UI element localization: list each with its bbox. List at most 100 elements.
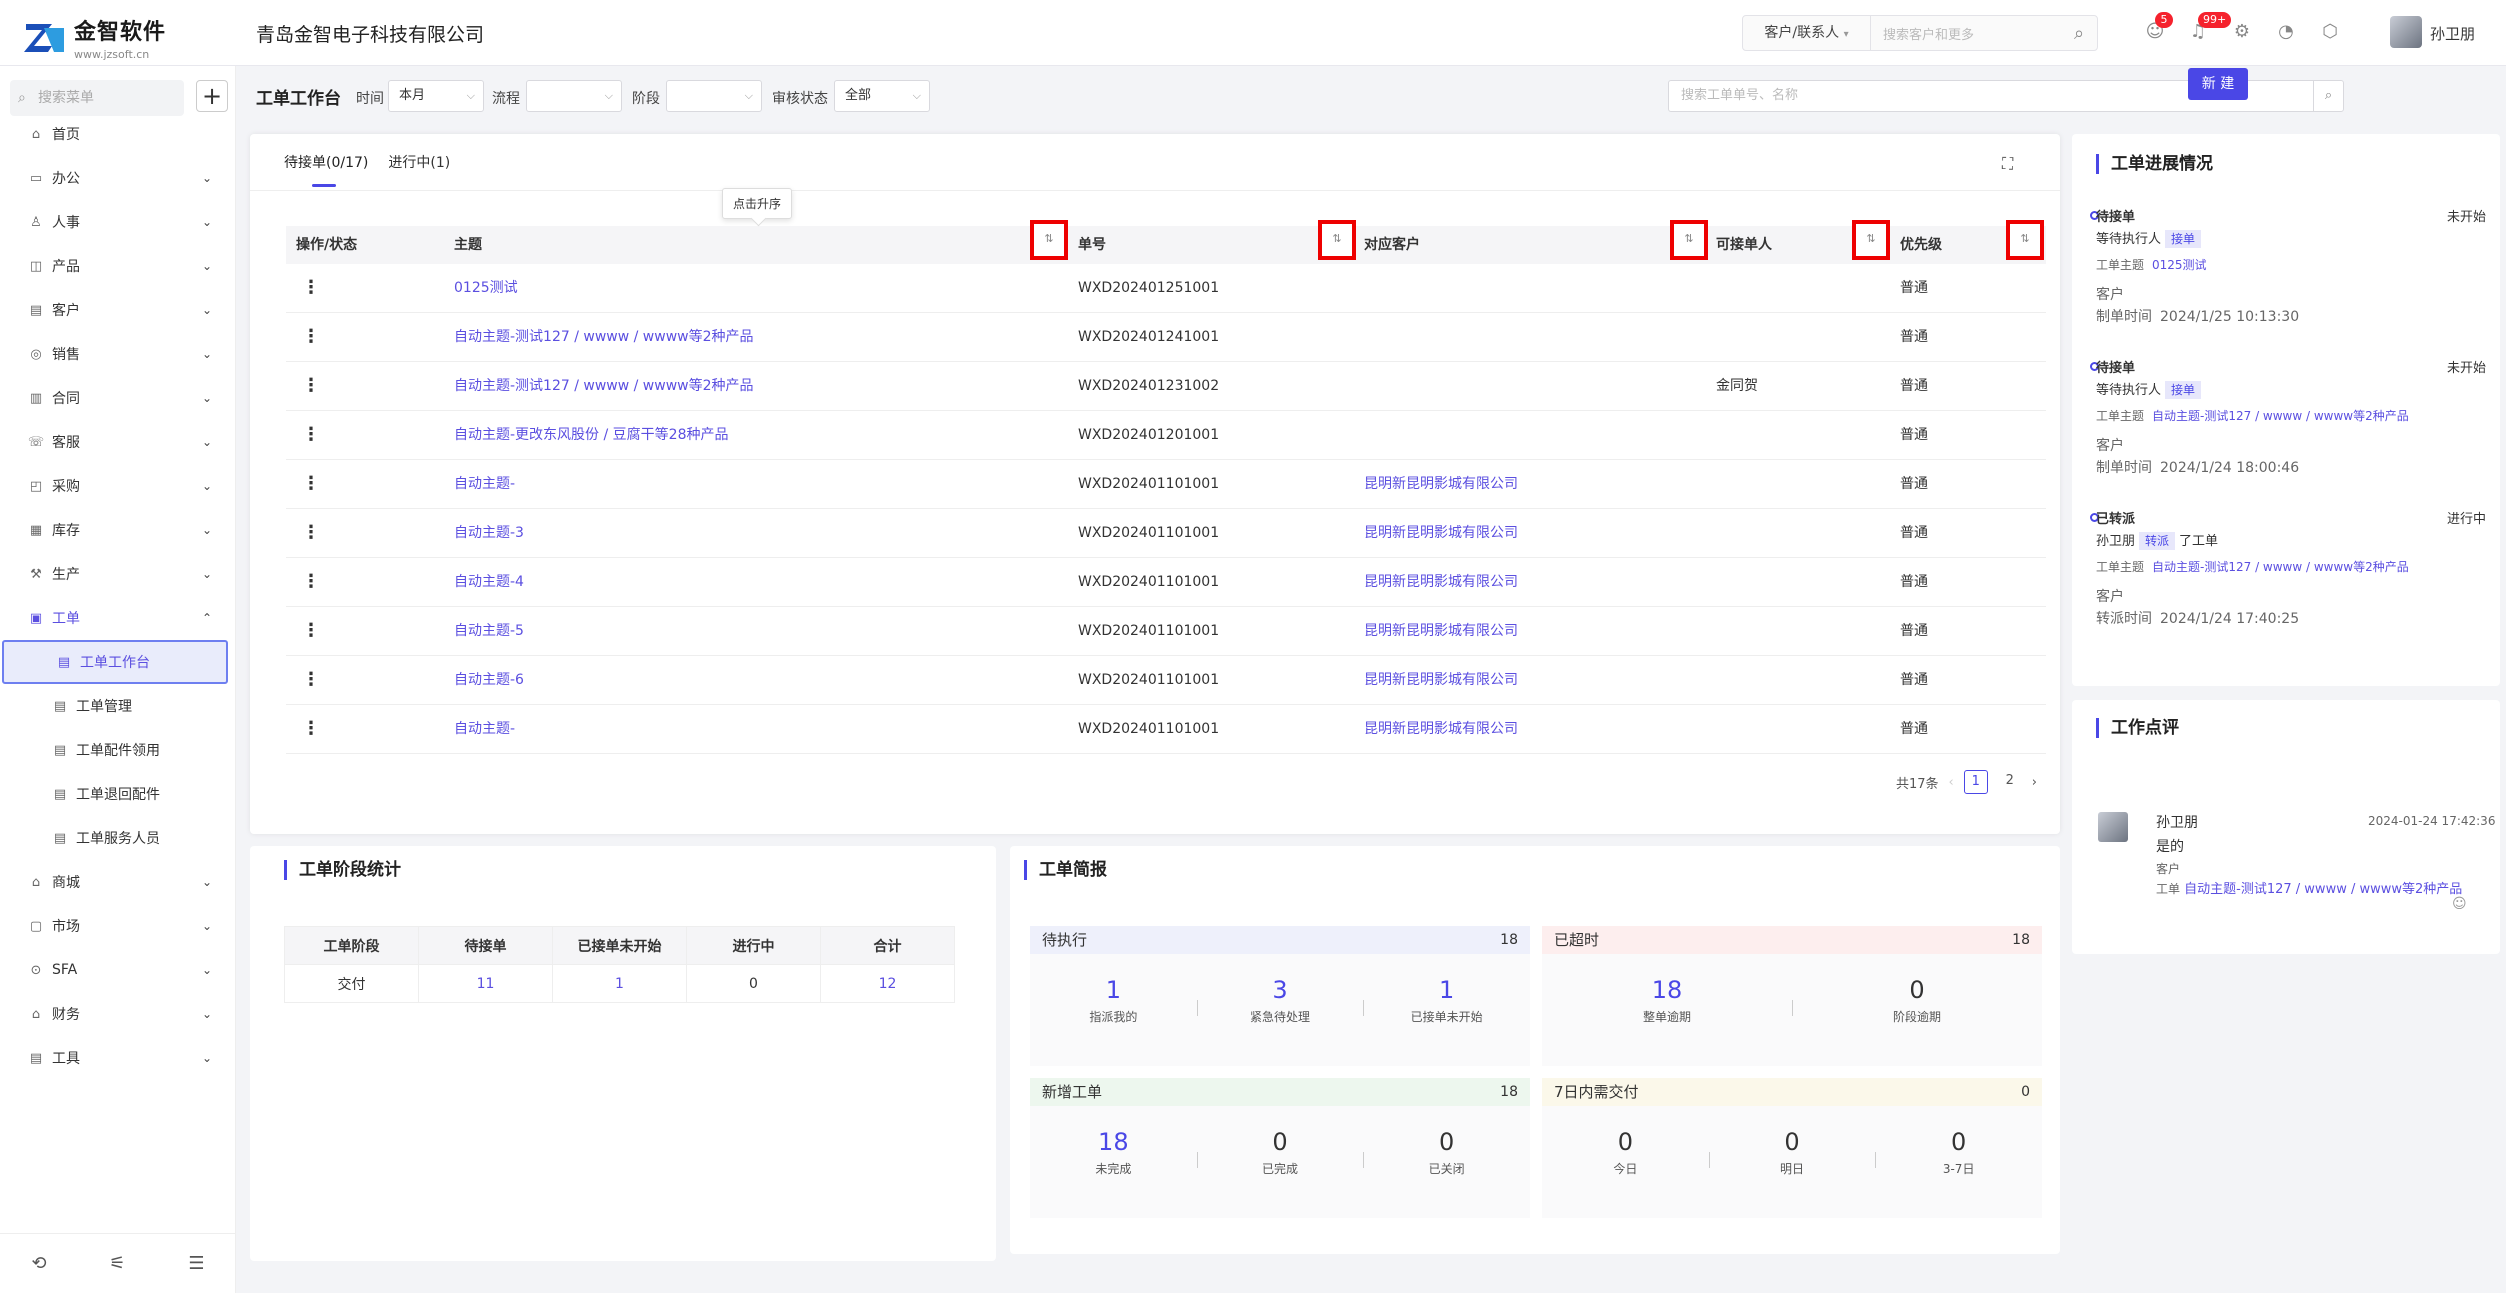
menu-search-input[interactable]: ⌕ 搜索菜单 xyxy=(10,80,184,116)
message-icon[interactable]: ☺ 5 xyxy=(2143,12,2173,44)
brief-stat[interactable]: 0 已完成 xyxy=(1210,1128,1350,1177)
subject-link[interactable]: 自动主题-测试127 / wwww / wwww等2种产品 xyxy=(454,313,754,361)
fullscreen-icon[interactable]: ⛶ xyxy=(2002,154,2013,174)
sidebar-subitem[interactable]: ▤ 工单退回配件 xyxy=(0,772,236,816)
search-icon[interactable]: ⌕ xyxy=(2061,23,2097,44)
subject-link[interactable]: 自动主题- xyxy=(454,460,515,508)
sort-no-icon[interactable]: ⇅ xyxy=(1318,220,1356,260)
more-actions-icon[interactable]: ⋮ xyxy=(302,460,320,508)
search-icon[interactable]: ⌕ xyxy=(2313,81,2343,111)
customer-link[interactable]: 昆明新昆明影城有限公司 xyxy=(1364,705,1518,753)
cube-icon[interactable]: ⬡ xyxy=(2318,20,2342,44)
sidebar-item[interactable]: ⊙ SFA ⌄ xyxy=(0,948,236,992)
sidebar-item[interactable]: ▦ 库存 ⌄ xyxy=(0,508,236,552)
subject-link[interactable]: 自动主题- xyxy=(454,705,515,753)
stage-accepted-count[interactable]: 1 xyxy=(552,964,687,1003)
next-page-icon[interactable]: › xyxy=(2032,775,2037,790)
sidebar-item[interactable]: ▢ 市场 ⌄ xyxy=(0,904,236,948)
logo[interactable]: 金智软件 www.jzsoft.cn xyxy=(22,14,166,61)
history-icon[interactable]: ⟲ xyxy=(31,1253,46,1274)
stage-select[interactable]: ⌵ xyxy=(666,80,762,112)
col-no[interactable]: 单号 xyxy=(1078,226,1106,264)
more-actions-icon[interactable]: ⋮ xyxy=(302,411,320,459)
more-actions-icon[interactable]: ⋮ xyxy=(302,607,320,655)
customer-link[interactable]: 昆明新昆明影城有限公司 xyxy=(1364,460,1518,508)
user-name[interactable]: 孙卫朋 xyxy=(2430,23,2475,44)
search-scope-select[interactable]: 客户/联系人 ▾ xyxy=(1743,16,1871,50)
sidebar-subitem[interactable]: ▤ 工单服务人员 xyxy=(0,816,236,860)
customer-link[interactable]: 昆明新昆明影城有限公司 xyxy=(1364,656,1518,704)
sidebar-item[interactable]: ▤ 客户 ⌄ xyxy=(0,288,236,332)
sidebar-item[interactable]: ▤ 工具 ⌄ xyxy=(0,1036,236,1080)
subject-link[interactable]: 自动主题-更改东风股份 / 豆腐干等28种产品 xyxy=(454,411,728,459)
sidebar-item[interactable]: ◎ 销售 ⌄ xyxy=(0,332,236,376)
pie-chart-icon[interactable]: ◔ xyxy=(2274,20,2298,44)
brief-stat[interactable]: 0 明日 xyxy=(1722,1128,1862,1177)
subject-link[interactable]: 自动主题-4 xyxy=(454,558,524,606)
more-actions-icon[interactable]: ⋮ xyxy=(302,362,320,410)
brief-stat[interactable]: 0 阶段逾期 xyxy=(1847,976,1987,1025)
gear-icon[interactable]: ⚙ xyxy=(2230,20,2254,44)
sidebar-item[interactable]: ⌂ 商城 ⌄ xyxy=(0,860,236,904)
audit-select[interactable]: 全部 ⌵ xyxy=(834,80,930,112)
subject-link[interactable]: 自动主题-测试127 / wwww / wwww等2种产品 xyxy=(454,362,754,410)
new-button[interactable]: 新 建 xyxy=(2188,68,2248,100)
sort-customer-icon[interactable]: ⇅ xyxy=(1670,220,1708,260)
sidebar-item[interactable]: ◰ 采购 ⌄ xyxy=(0,464,236,508)
global-search-input[interactable]: 搜索客户和更多 xyxy=(1871,24,2061,43)
customer-link[interactable]: 昆明新昆明影城有限公司 xyxy=(1364,607,1518,655)
stage-pending-count[interactable]: 11 xyxy=(418,964,553,1003)
brief-stat[interactable]: 0 今日 xyxy=(1555,1128,1695,1177)
brief-stat[interactable]: 1 已接单未开始 xyxy=(1377,976,1517,1025)
sort-priority-icon[interactable]: ⇅ xyxy=(2006,220,2044,260)
company-name[interactable]: 青岛金智电子科技有限公司 xyxy=(256,20,484,47)
col-customer[interactable]: 对应客户 xyxy=(1364,226,1420,264)
sidebar-item[interactable]: ▥ 合同 ⌄ xyxy=(0,376,236,420)
sidebar-item[interactable]: ☏ 客服 ⌄ xyxy=(0,420,236,464)
sidebar-item[interactable]: ▭ 办公 ⌄ xyxy=(0,156,236,200)
brief-stat[interactable]: 18 未完成 xyxy=(1043,1128,1183,1177)
tab-in-progress[interactable]: 进行中(1) xyxy=(388,150,450,190)
flow-select[interactable]: ⌵ xyxy=(526,80,622,112)
brief-stat[interactable]: 18 整单逾期 xyxy=(1597,976,1737,1025)
sidebar-subitem[interactable]: ▤ 工单配件领用 xyxy=(0,728,236,772)
more-actions-icon[interactable]: ⋮ xyxy=(302,264,320,312)
subject-link[interactable]: 0125测试 xyxy=(454,264,518,312)
progress-subject-link[interactable]: 自动主题-测试127 / wwww / wwww等2种产品 xyxy=(2152,560,2409,574)
col-taker[interactable]: 可接单人 xyxy=(1716,226,1772,264)
more-actions-icon[interactable]: ⋮ xyxy=(302,705,320,753)
subject-link[interactable]: 自动主题-3 xyxy=(454,509,524,557)
sidebar-item[interactable]: ◫ 产品 ⌄ xyxy=(0,244,236,288)
sidebar-item[interactable]: ♙ 人事 ⌄ xyxy=(0,200,236,244)
customer-link[interactable]: 昆明新昆明影城有限公司 xyxy=(1364,558,1518,606)
comment-order-link[interactable]: 自动主题-测试127 / wwww / wwww等2种产品 xyxy=(2184,882,2462,897)
more-actions-icon[interactable]: ⋮ xyxy=(302,558,320,606)
brief-stat[interactable]: 0 3-7日 xyxy=(1889,1128,2029,1177)
sidebar-item[interactable]: ⌂ 财务 ⌄ xyxy=(0,992,236,1036)
subject-link[interactable]: 自动主题-6 xyxy=(454,656,524,704)
tab-pending[interactable]: 待接单(0/17) xyxy=(284,150,368,190)
avatar[interactable] xyxy=(2390,16,2422,48)
progress-subject-link[interactable]: 0125测试 xyxy=(2152,258,2207,272)
brief-stat[interactable]: 1 指派我的 xyxy=(1043,976,1183,1025)
sort-taker-icon[interactable]: ⇅ xyxy=(1852,220,1890,260)
sidebar-item[interactable]: ▣ 工单 ⌃ xyxy=(0,596,236,640)
emoji-icon[interactable]: ☺ xyxy=(2452,896,2467,912)
more-actions-icon[interactable]: ⋮ xyxy=(302,509,320,557)
add-menu-button[interactable]: + xyxy=(196,80,228,112)
sort-subject-icon[interactable]: ⇅ xyxy=(1030,220,1068,260)
stage-total-count[interactable]: 12 xyxy=(820,964,955,1003)
col-priority[interactable]: 优先级 xyxy=(1900,226,1942,264)
sidebar-subitem[interactable]: ▤ 工单管理 xyxy=(0,684,236,728)
sidebar-subitem[interactable]: ▤ 工单工作台 xyxy=(2,640,228,684)
collapse-menu-icon[interactable]: ☰ xyxy=(188,1253,204,1274)
time-select[interactable]: 本月 ⌵ xyxy=(388,80,484,112)
col-subject[interactable]: 主题 xyxy=(454,226,482,264)
more-actions-icon[interactable]: ⋮ xyxy=(302,656,320,704)
subject-link[interactable]: 自动主题-5 xyxy=(454,607,524,655)
tune-icon[interactable]: ⚟ xyxy=(109,1253,125,1274)
page-2[interactable]: 2 xyxy=(1998,770,2022,794)
sidebar-item[interactable]: ⚒ 生产 ⌄ xyxy=(0,552,236,596)
brief-stat[interactable]: 0 已关闭 xyxy=(1377,1128,1517,1177)
customer-link[interactable]: 昆明新昆明影城有限公司 xyxy=(1364,509,1518,557)
